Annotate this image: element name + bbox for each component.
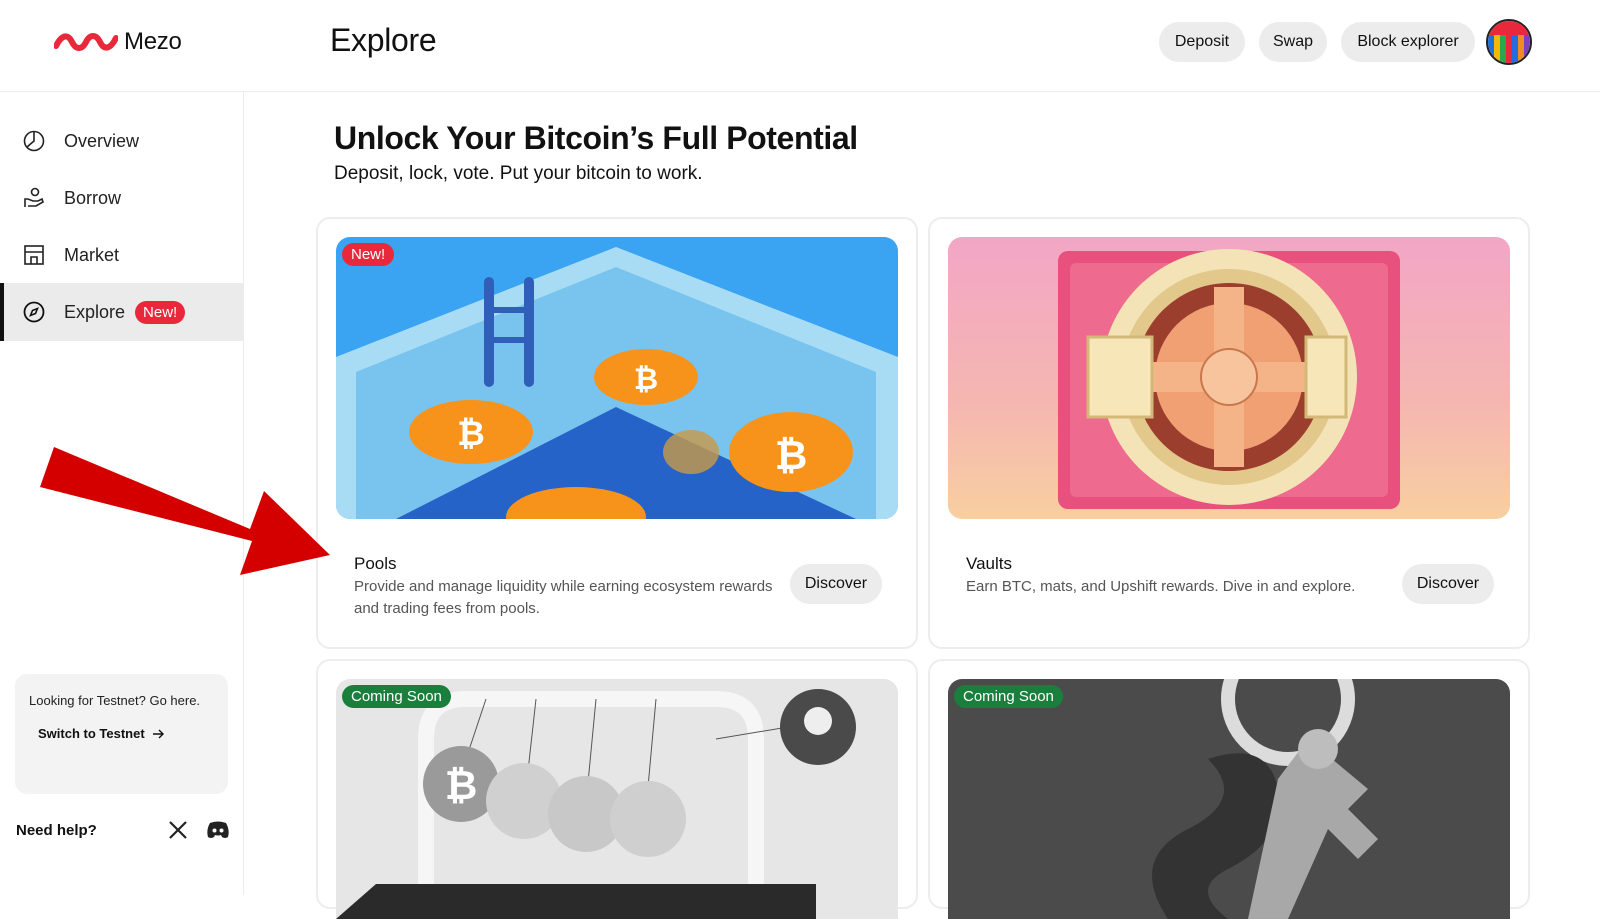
svg-text:₿: ₿ xyxy=(775,433,808,479)
switch-to-testnet-link[interactable]: Switch to Testnet xyxy=(38,726,214,741)
sidebar-item-label: Explore xyxy=(64,301,126,322)
market-icon xyxy=(22,243,46,267)
deposit-button[interactable]: Deposit xyxy=(1159,22,1245,62)
keys-illustration: Coming Soon xyxy=(948,679,1510,919)
main-heading: Unlock Your Bitcoin’s Full Potential xyxy=(334,120,858,156)
discover-button[interactable]: Discover xyxy=(790,564,882,604)
sidebar-item-label: Market xyxy=(64,244,120,265)
testnet-panel: Looking for Testnet? Go here. Switch to … xyxy=(15,674,228,794)
switch-to-testnet-label: Switch to Testnet xyxy=(38,726,145,741)
coming-soon-badge: Coming Soon xyxy=(342,685,451,708)
discord-icon[interactable] xyxy=(206,821,230,839)
annotation-arrow-icon xyxy=(40,447,330,575)
vaults-card[interactable]: Vaults Earn BTC, mats, and Upshift rewar… xyxy=(928,217,1530,649)
bitcoin-coin-icon: ₿ xyxy=(594,349,698,405)
mezo-logo[interactable]: Mezo xyxy=(54,28,182,56)
logo-text: Mezo xyxy=(124,28,182,55)
sidebar-item-label: Borrow xyxy=(64,187,122,208)
arrow-right-icon xyxy=(152,729,164,738)
coming-soon-card[interactable]: Coming Soon ₿ xyxy=(316,659,918,919)
overview-icon xyxy=(22,129,46,153)
discover-button[interactable]: Discover xyxy=(1402,564,1494,604)
swap-button[interactable]: Swap xyxy=(1259,22,1327,62)
x-twitter-icon[interactable] xyxy=(168,820,188,840)
sidebar-item-market[interactable]: Market xyxy=(0,226,243,284)
coming-soon-card[interactable]: Coming Soon xyxy=(928,659,1530,919)
page-title: Explore xyxy=(330,22,437,58)
svg-text:₿: ₿ xyxy=(445,763,478,809)
avatar[interactable] xyxy=(1486,19,1532,65)
testnet-text: Looking for Testnet? Go here. xyxy=(29,693,201,708)
sidebar-item-borrow[interactable]: Borrow xyxy=(0,169,243,227)
new-badge: New! xyxy=(135,300,186,324)
svg-text:₿: ₿ xyxy=(457,414,485,454)
avatar-pattern-icon xyxy=(1488,21,1530,63)
card-title: Vaults xyxy=(966,554,1012,573)
sidebar-item-explore[interactable]: Explore New! xyxy=(0,283,243,341)
mezo-logo-icon xyxy=(54,33,118,51)
top-header: Mezo Explore Deposit Swap Block explorer xyxy=(0,0,1600,92)
vaults-illustration xyxy=(948,237,1510,519)
compass-icon xyxy=(22,300,46,324)
new-badge: New! xyxy=(342,243,395,266)
help-row: Need help? xyxy=(16,820,230,840)
need-help-label: Need help? xyxy=(16,821,97,839)
coming-soon-badge: Coming Soon xyxy=(954,685,1063,708)
newtons-cradle-illustration: Coming Soon ₿ xyxy=(336,679,898,919)
main-subheading: Deposit, lock, vote. Put your bitcoin to… xyxy=(334,163,703,184)
sidebar-item-overview[interactable]: Overview xyxy=(0,112,243,170)
card-title: Pools xyxy=(354,554,397,573)
card-description: Provide and manage liquidity while earni… xyxy=(354,578,773,617)
pools-illustration: New! ₿ ₿ ₿ xyxy=(336,237,898,519)
borrow-icon xyxy=(22,186,46,210)
svg-text:₿: ₿ xyxy=(634,362,658,397)
pools-card[interactable]: New! ₿ ₿ ₿ Pools Provide and manage liqu… xyxy=(316,217,918,649)
sidebar-item-label: Overview xyxy=(64,130,140,151)
block-explorer-button[interactable]: Block explorer xyxy=(1341,22,1475,62)
card-description: Earn BTC, mats, and Upshift rewards. Div… xyxy=(966,578,1356,595)
